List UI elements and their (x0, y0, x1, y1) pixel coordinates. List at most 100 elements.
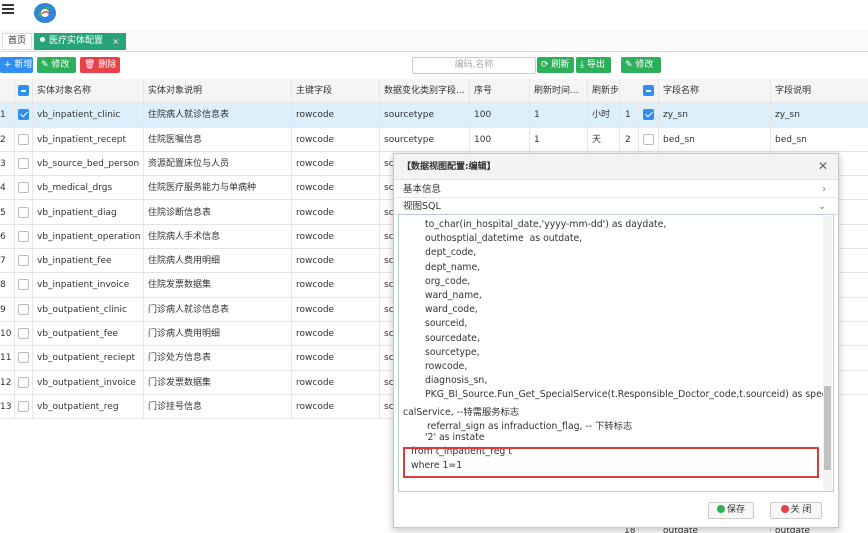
row-select[interactable] (15, 370, 33, 394)
cell-name: vb_outpatient_reg (33, 394, 144, 419)
view-config-dialog: 【数据视图配置:编辑】 ✕ 基本信息 › 视图SQL ⌄ to_char(in_… (393, 153, 839, 528)
row-index: 11 (0, 346, 15, 370)
save-button[interactable]: 保存 (708, 502, 754, 519)
row-select[interactable] (15, 322, 33, 346)
field-desc-header[interactable]: 字段说明 (771, 79, 868, 102)
column-header[interactable]: 数据变化类别字段... (380, 79, 470, 103)
column-header[interactable]: 序号 (470, 79, 530, 103)
delete-label: 删除 (98, 60, 117, 70)
field-select-all-checkbox[interactable] (643, 85, 654, 96)
search-input[interactable]: 编码,名称 (412, 57, 536, 74)
cell-type: sourcetype (380, 103, 470, 127)
row-index: 1 (0, 103, 15, 127)
cell-pk: rowcode (292, 103, 380, 127)
row-select[interactable] (15, 346, 33, 370)
row-select[interactable] (15, 127, 33, 151)
table-row[interactable]: 2 vb_inpatient_recept 住院医嘱信息 rowcode sourcet… (0, 127, 620, 152)
row-select[interactable] (15, 249, 33, 273)
sql-editor[interactable]: to_char(in_hospital_date,'yyyy-mm-dd') a… (398, 214, 834, 492)
chevron-down-icon: ⌄ (818, 201, 826, 212)
tab-home[interactable]: 首页 (2, 33, 33, 50)
field-header-select[interactable] (639, 79, 659, 103)
row-checkbox[interactable] (18, 400, 29, 412)
column-header[interactable]: 刷新时间... (530, 79, 588, 103)
cell-name: vb_inpatient_invoice (33, 273, 144, 297)
column-header[interactable]: 实体对象说明 (144, 79, 292, 103)
cell-seq: 100 (470, 103, 530, 127)
tab-close-icon[interactable]: × (112, 33, 119, 50)
delete-button[interactable]: 🗑 删除 (80, 57, 120, 73)
add-button[interactable]: + 新增 (0, 57, 33, 73)
cell-step: 小时 (588, 103, 620, 127)
row-checkbox[interactable] (18, 230, 29, 242)
row-checkbox[interactable] (18, 182, 29, 194)
cell-desc: 住院发票数据集 (144, 273, 292, 297)
row-checkbox[interactable] (18, 279, 29, 291)
row-index: 7 (0, 249, 15, 273)
section-view-sql[interactable]: 视图SQL ⌄ (394, 198, 838, 215)
cell-pk: rowcode (292, 176, 380, 200)
right-edit-label: 修改 (635, 60, 654, 70)
scrollbar-thumb[interactable] (824, 386, 831, 470)
row-select[interactable] (15, 224, 33, 249)
header-select-all[interactable] (15, 79, 33, 103)
row-select[interactable] (15, 394, 33, 419)
cell-desc: 住院病人就诊信息表 (144, 103, 292, 127)
edit-button[interactable]: ✎ 修改 (37, 57, 76, 73)
close-icon[interactable]: ✕ (818, 160, 828, 172)
entity-table-header: 实体对象名称 实体对象说明 主键字段 数据变化类别字段... 序号 刷新时间... 刷新步 (0, 79, 620, 104)
field-checkbox[interactable] (643, 133, 654, 145)
row-select[interactable] (15, 176, 33, 200)
field-desc: bed_sn (775, 134, 807, 145)
row-select[interactable] (15, 297, 33, 321)
row-checkbox[interactable] (18, 133, 29, 145)
cell-name: vb_inpatient_recept (33, 127, 144, 151)
row-checkbox[interactable] (18, 109, 29, 121)
section-basic-info[interactable]: 基本信息 › (394, 181, 838, 198)
refresh-button[interactable]: ⟳ 刷新 (537, 57, 574, 73)
row-select[interactable] (15, 200, 33, 224)
field-name: zy_sn (659, 103, 771, 127)
row-checkbox[interactable] (18, 352, 29, 364)
cell-name: vb_outpatient_reciept (33, 346, 144, 370)
field-select[interactable] (639, 103, 659, 127)
row-index: 2 (0, 127, 15, 151)
row-checkbox[interactable] (18, 157, 29, 169)
column-header[interactable]: 实体对象名称 (33, 79, 144, 103)
cell-name: vb_source_bed_person (33, 151, 144, 176)
row-checkbox[interactable] (18, 376, 29, 388)
field-row[interactable]: 1 zy_sn zy_sn (620, 103, 868, 128)
cancel-icon (780, 505, 789, 513)
row-checkbox[interactable] (18, 328, 29, 339)
field-name-header[interactable]: 字段名称 (659, 79, 771, 103)
cell-pk: rowcode (292, 394, 380, 419)
row-checkbox[interactable] (18, 206, 29, 218)
right-edit-button[interactable]: ✎ 修改 (621, 57, 661, 73)
app-logo-icon (30, 0, 60, 26)
cell-name: vb_outpatient_fee (33, 322, 144, 346)
column-header[interactable]: 主键字段 (292, 79, 380, 103)
row-index: 5 (0, 200, 15, 224)
field-select[interactable] (639, 127, 659, 151)
field-row[interactable]: 2 bed_sn bed_sn (620, 127, 868, 152)
close-button[interactable]: 关 闭 (770, 502, 822, 519)
row-select[interactable] (15, 151, 33, 176)
edit-label: 修改 (51, 60, 70, 70)
row-select[interactable] (15, 273, 33, 297)
select-all-checkbox[interactable] (18, 85, 29, 96)
active-dot-icon (40, 37, 45, 42)
table-row[interactable]: 1 vb_inpatient_clinic 住院病人就诊信息表 rowcode sour… (0, 103, 620, 128)
column-header[interactable]: 刷新步 (588, 79, 620, 103)
sql-line: dept_name, (425, 261, 481, 273)
row-select[interactable] (15, 103, 33, 127)
tab-medical-entity-config[interactable]: 医疗实体配置 × (34, 33, 126, 50)
cell-desc: 住院病人手术信息 (144, 224, 292, 249)
field-checkbox[interactable] (643, 109, 654, 121)
row-checkbox[interactable] (18, 303, 29, 315)
export-button[interactable]: ⤓ 导出 (576, 57, 611, 73)
row-checkbox[interactable] (18, 255, 29, 267)
field-name: bed_sn (659, 127, 771, 151)
menu-toggle-icon[interactable] (2, 4, 14, 16)
header-index (0, 79, 15, 103)
sql-scrollbar[interactable] (823, 216, 832, 490)
